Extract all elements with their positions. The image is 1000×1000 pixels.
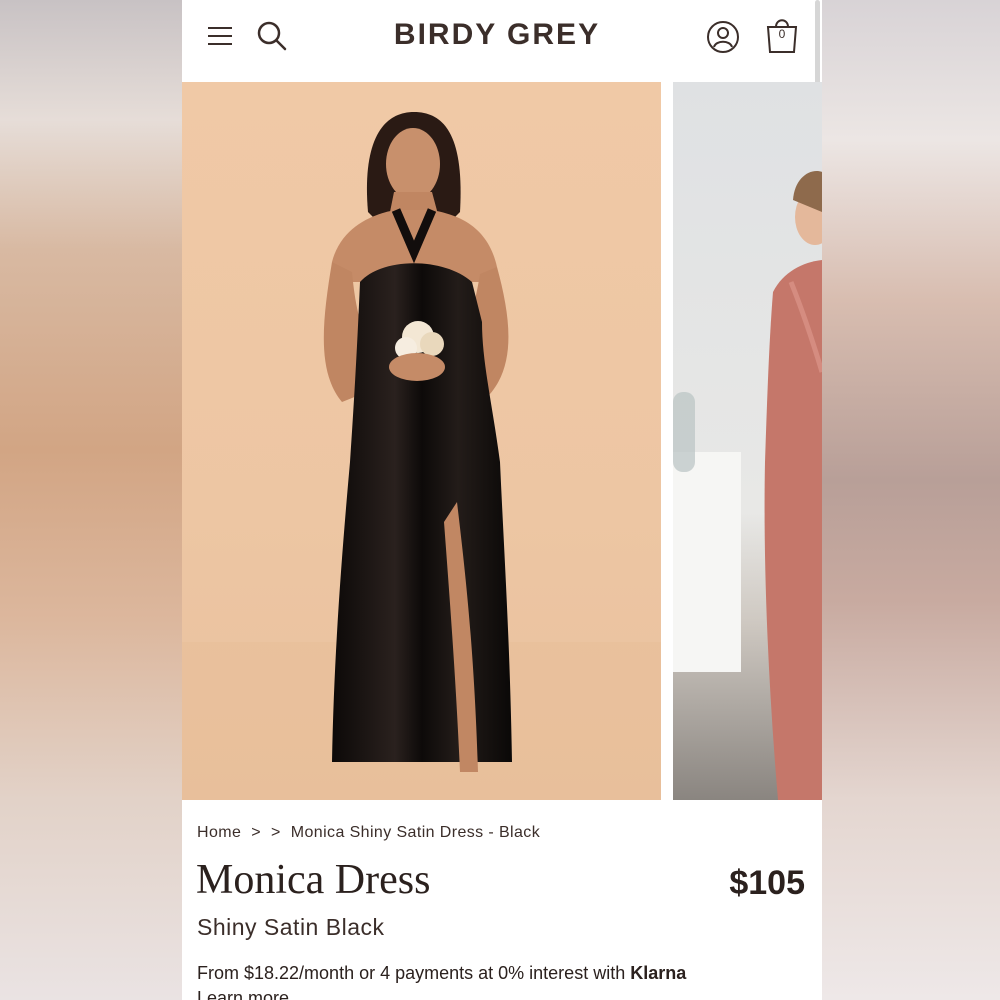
account-icon	[707, 21, 739, 53]
breadcrumb: Home > > Monica Shiny Satin Dress - Blac…	[197, 824, 540, 842]
model-black-dress-illustration	[182, 112, 661, 800]
menu-icon	[208, 27, 232, 45]
cart-count-badge: 0	[778, 27, 786, 41]
financing-info: From $18.22/month or 4 payments at 0% in…	[197, 963, 686, 984]
model-rose-dress-illustration	[673, 171, 822, 800]
site-header: BIRDY GREY 0	[182, 0, 822, 82]
product-subtitle: Shiny Satin Black	[197, 914, 385, 940]
breadcrumb-home-link[interactable]: Home	[197, 824, 241, 842]
product-price: $105	[729, 864, 805, 902]
search-button[interactable]	[254, 18, 290, 54]
menu-button[interactable]	[204, 20, 236, 52]
mobile-page: BIRDY GREY 0 Home > > Monica Shiny Satin…	[182, 0, 822, 1000]
product-image-main[interactable]	[182, 82, 661, 800]
blurred-background-right	[822, 0, 1000, 1000]
product-image-secondary[interactable]	[673, 82, 822, 800]
breadcrumb-separator: >	[271, 824, 281, 841]
klarna-logo: Klarna	[630, 963, 687, 983]
breadcrumb-separator: >	[251, 824, 262, 841]
account-button[interactable]	[704, 18, 742, 56]
brand-logo[interactable]: BIRDY GREY	[352, 18, 642, 52]
blurred-background-left	[0, 0, 182, 1000]
product-title: Monica Dress	[196, 857, 431, 903]
learn-more-link[interactable]: Learn more	[197, 988, 289, 1000]
financing-text: From $18.22/month or 4 payments at 0% in…	[197, 963, 626, 983]
search-icon	[257, 21, 287, 51]
breadcrumb-current: Monica Shiny Satin Dress - Black	[290, 824, 541, 841]
cart-button[interactable]: 0	[762, 14, 802, 56]
